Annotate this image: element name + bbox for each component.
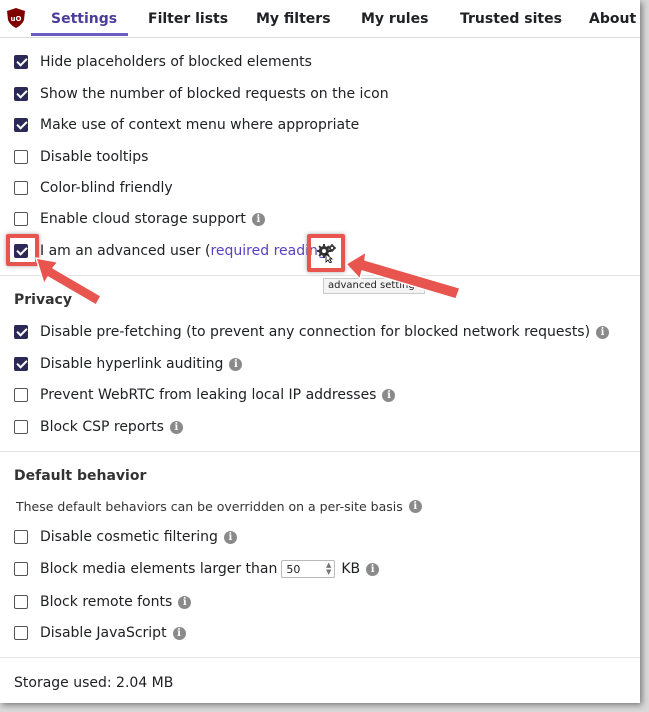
arrow-to-gear-icon — [345, 251, 461, 300]
annotation-arrows — [35, 251, 461, 306]
arrow-to-checkbox-icon — [35, 257, 102, 306]
settings-window: uO Settings Filter lists My filters My r… — [0, 0, 640, 703]
